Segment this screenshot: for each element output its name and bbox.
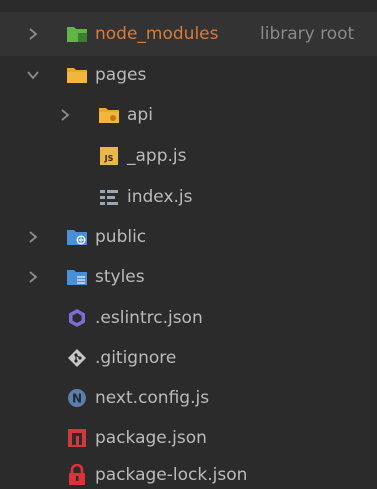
tree-item-label: package-lock.json: [95, 465, 248, 485]
blue-folder-icon: [66, 266, 88, 288]
eslint-icon: [66, 307, 88, 329]
tree-item-label: node_modules: [95, 24, 219, 44]
tree-item-label: api: [127, 105, 153, 125]
text-lines-icon: [98, 186, 120, 208]
tree-item-gitignore[interactable]: .gitignore: [0, 338, 377, 378]
tree-item-eslintrc[interactable]: .eslintrc.json: [0, 298, 377, 338]
chevron-right-icon[interactable]: [26, 270, 40, 284]
npm-icon: [66, 427, 88, 449]
library-root-label: library root: [260, 24, 355, 44]
tree-item-index-js[interactable]: index.js: [0, 177, 377, 217]
tree-item-label: pages: [95, 65, 147, 85]
blue-folder-web-icon: [66, 226, 88, 248]
tree-item-label: .eslintrc.json: [95, 308, 203, 328]
tree-item-label: .gitignore: [95, 348, 177, 368]
tree-item-pages[interactable]: pages: [0, 55, 377, 95]
yellow-folder-icon: [98, 104, 120, 126]
tree-item-label: package.json: [95, 428, 207, 448]
tree-item-label: next.config.js: [95, 388, 210, 408]
next-badge: N: [72, 392, 82, 406]
tree-item-label: _app.js: [127, 146, 187, 166]
lock-icon: [66, 464, 88, 486]
git-icon: [66, 347, 88, 369]
js-badge: JS: [104, 154, 114, 163]
chevron-right-icon[interactable]: [26, 27, 40, 41]
tree-item-package-json[interactable]: package.json: [0, 418, 377, 458]
yellow-folder-icon: [66, 64, 88, 86]
project-tree: node_modules library root pages api JS _…: [0, 0, 377, 489]
js-file-icon: JS: [98, 145, 120, 167]
chevron-right-icon[interactable]: [26, 230, 40, 244]
tree-item-label: index.js: [127, 187, 193, 207]
tree-item-public[interactable]: public: [0, 217, 377, 257]
tree-item-api[interactable]: api: [0, 95, 377, 135]
tree-item-node-modules[interactable]: node_modules library root: [0, 12, 377, 56]
green-folder-icon: [66, 23, 88, 45]
next-icon: N: [66, 387, 88, 409]
tree-item-label: styles: [95, 267, 145, 287]
tree-item-next-config[interactable]: N next.config.js: [0, 378, 377, 418]
chevron-right-icon[interactable]: [58, 108, 72, 122]
tree-item-app-js[interactable]: JS _app.js: [0, 136, 377, 176]
tree-item-package-lock[interactable]: package-lock.json: [0, 455, 377, 489]
chevron-down-icon[interactable]: [26, 68, 40, 82]
tree-item-styles[interactable]: styles: [0, 257, 377, 297]
tree-item-label: public: [95, 227, 147, 247]
